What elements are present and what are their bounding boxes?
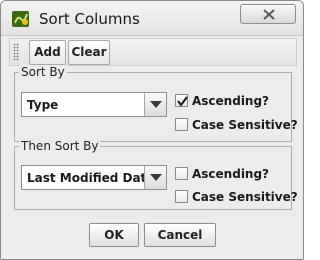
then-sort-by-case-sensitive-checkbox[interactable] bbox=[175, 190, 188, 203]
then-sort-by-case-sensitive-label[interactable]: Case Sensitive? bbox=[192, 190, 298, 204]
sort-by-group: Sort By Type Ascending? Case Sensitive? bbox=[14, 65, 298, 142]
then-sort-by-legend: Then Sort By bbox=[19, 139, 101, 153]
sort-by-ascending-checkbox[interactable] bbox=[175, 94, 188, 107]
then-sort-by-ascending-checkbox[interactable] bbox=[175, 167, 188, 180]
toolbar-grip-handle[interactable] bbox=[13, 43, 19, 61]
ok-button[interactable]: OK bbox=[89, 223, 139, 247]
add-button[interactable]: Add bbox=[29, 40, 66, 65]
checkmark-icon bbox=[177, 96, 188, 107]
java-app-icon bbox=[11, 9, 31, 29]
sort-by-dropdown-arrow[interactable] bbox=[144, 93, 166, 116]
toolbar: Add Clear bbox=[9, 38, 297, 66]
close-button[interactable] bbox=[240, 4, 296, 24]
then-sort-by-selected-value: Last Modified Date bbox=[27, 171, 155, 185]
sort-by-case-sensitive-label[interactable]: Case Sensitive? bbox=[192, 118, 298, 132]
sort-by-legend: Sort By bbox=[19, 65, 67, 79]
then-sort-by-combobox[interactable]: Last Modified Date bbox=[21, 165, 167, 190]
clear-button[interactable]: Clear bbox=[68, 40, 110, 65]
chevron-down-icon bbox=[150, 174, 162, 181]
chevron-down-icon bbox=[150, 101, 162, 108]
sort-by-case-sensitive-checkbox[interactable] bbox=[175, 118, 188, 131]
title-bar[interactable]: Sort Columns bbox=[1, 1, 303, 36]
sort-columns-dialog: Sort Columns Add Clear Sort By Type Asce… bbox=[0, 0, 304, 260]
dialog-title: Sort Columns bbox=[39, 10, 140, 28]
sort-by-selected-value: Type bbox=[27, 98, 59, 112]
sort-by-ascending-label[interactable]: Ascending? bbox=[192, 94, 269, 108]
then-sort-by-group: Then Sort By Last Modified Date Ascendin… bbox=[14, 139, 298, 210]
then-sort-by-ascending-label[interactable]: Ascending? bbox=[192, 167, 269, 181]
then-sort-by-dropdown-arrow[interactable] bbox=[144, 166, 166, 189]
cancel-button[interactable]: Cancel bbox=[144, 223, 216, 247]
close-icon bbox=[263, 9, 275, 20]
sort-by-combobox[interactable]: Type bbox=[21, 92, 167, 117]
